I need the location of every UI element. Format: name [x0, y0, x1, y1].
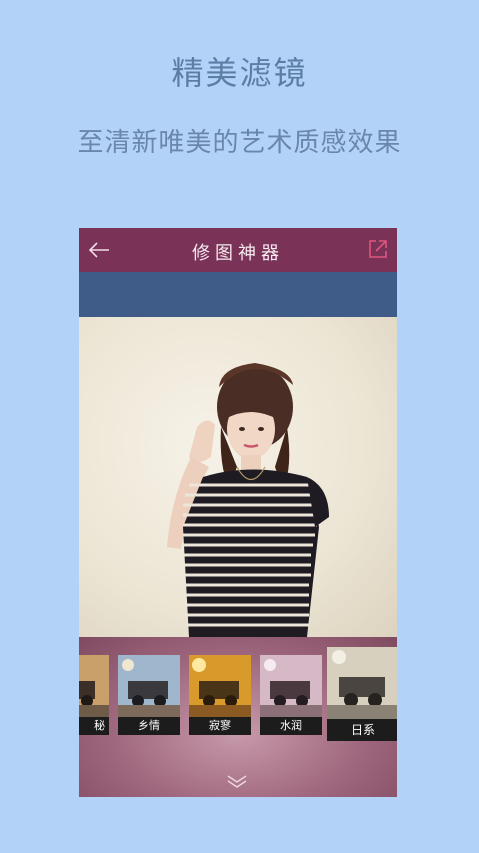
filter-item-solitude[interactable]: 寂寥 [189, 655, 251, 735]
filter-panel: 秘 乡情 寂寥 水润 日系 [79, 637, 397, 797]
filter-thumbnail [189, 655, 251, 717]
filter-label: 乡情 [118, 717, 180, 735]
phone-screen: 修图神器 秘 乡情 寂寥 水润 日系 [79, 228, 397, 797]
share-icon[interactable] [367, 238, 389, 260]
filter-label: 水润 [260, 717, 322, 735]
top-bar: 修图神器 [79, 228, 397, 272]
filter-thumbnail [118, 655, 180, 717]
filter-thumbnail [260, 655, 322, 717]
filter-label: 秘 [79, 717, 109, 735]
edited-photo [79, 317, 397, 637]
promo-title: 精美滤镜 [171, 54, 308, 92]
chevron-down-icon[interactable] [225, 773, 249, 789]
filter-thumbnail [327, 647, 397, 719]
filter-thumbnail [79, 655, 109, 717]
filter-item-nostalgia[interactable]: 乡情 [118, 655, 180, 735]
app-title: 修图神器 [192, 243, 284, 264]
promo-subtitle: 至清新唯美的艺术质感效果 [77, 128, 402, 158]
filter-item-japanese[interactable]: 日系 [327, 647, 397, 741]
filter-item-moist[interactable]: 水润 [260, 655, 322, 735]
filter-item-mystery[interactable]: 秘 [79, 655, 109, 735]
portrait-image [167, 363, 329, 637]
tool-bar [79, 272, 397, 317]
filter-label: 寂寥 [189, 717, 251, 735]
filter-label: 日系 [327, 719, 397, 741]
